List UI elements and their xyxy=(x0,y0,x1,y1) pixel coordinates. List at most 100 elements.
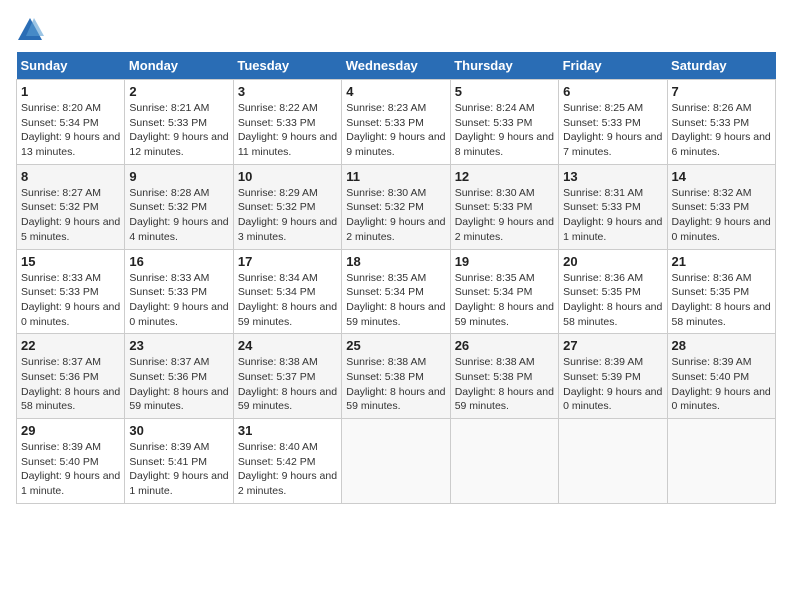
day-number: 29 xyxy=(21,423,120,438)
day-info: Sunrise: 8:23 AMSunset: 5:33 PMDaylight:… xyxy=(346,101,445,160)
calendar-day: 8 Sunrise: 8:27 AMSunset: 5:32 PMDaylight… xyxy=(17,164,125,249)
logo-icon xyxy=(16,16,44,44)
day-info: Sunrise: 8:30 AMSunset: 5:33 PMDaylight:… xyxy=(455,186,554,245)
logo xyxy=(16,16,48,44)
day-info: Sunrise: 8:24 AMSunset: 5:33 PMDaylight:… xyxy=(455,101,554,160)
day-info: Sunrise: 8:20 AMSunset: 5:34 PMDaylight:… xyxy=(21,101,120,160)
calendar-header-row: SundayMondayTuesdayWednesdayThursdayFrid… xyxy=(17,52,776,80)
day-info: Sunrise: 8:36 AMSunset: 5:35 PMDaylight:… xyxy=(563,271,662,330)
calendar-day: 21 Sunrise: 8:36 AMSunset: 5:35 PMDayligh… xyxy=(667,249,775,334)
day-info: Sunrise: 8:29 AMSunset: 5:32 PMDaylight:… xyxy=(238,186,337,245)
header-sunday: Sunday xyxy=(17,52,125,80)
calendar-day: 5 Sunrise: 8:24 AMSunset: 5:33 PMDaylight… xyxy=(450,80,558,165)
calendar-day: 20 Sunrise: 8:36 AMSunset: 5:35 PMDayligh… xyxy=(559,249,667,334)
calendar-day: 27 Sunrise: 8:39 AMSunset: 5:39 PMDayligh… xyxy=(559,334,667,419)
day-info: Sunrise: 8:38 AMSunset: 5:37 PMDaylight:… xyxy=(238,355,337,414)
calendar-day: 3 Sunrise: 8:22 AMSunset: 5:33 PMDaylight… xyxy=(233,80,341,165)
calendar-day: 13Sunrise: 8:31 AMSunset: 5:33 PMDayligh… xyxy=(559,164,667,249)
day-info: Sunrise: 8:38 AMSunset: 5:38 PMDaylight:… xyxy=(455,355,554,414)
calendar-day: 31Sunrise: 8:40 AMSunset: 5:42 PMDayligh… xyxy=(233,419,341,504)
day-number: 1 xyxy=(21,84,120,99)
day-info: Sunrise: 8:39 AMSunset: 5:40 PMDaylight:… xyxy=(672,355,771,414)
day-number: 20 xyxy=(563,254,662,269)
day-number: 15 xyxy=(21,254,120,269)
header-thursday: Thursday xyxy=(450,52,558,80)
calendar-day: 30 Sunrise: 8:39 AMSunset: 5:41 PMDayligh… xyxy=(125,419,233,504)
day-info: Sunrise: 8:27 AMSunset: 5:32 PMDaylight:… xyxy=(21,186,120,245)
day-info: Sunrise: 8:35 AMSunset: 5:34 PMDaylight:… xyxy=(455,271,554,330)
day-number: 5 xyxy=(455,84,554,99)
calendar-day: 22 Sunrise: 8:37 AMSunset: 5:36 PMDayligh… xyxy=(17,334,125,419)
day-info: Sunrise: 8:33 AMSunset: 5:33 PMDaylight:… xyxy=(129,271,228,330)
day-number: 27 xyxy=(563,338,662,353)
day-info: Sunrise: 8:22 AMSunset: 5:33 PMDaylight:… xyxy=(238,101,337,160)
calendar-day: 28 Sunrise: 8:39 AMSunset: 5:40 PMDayligh… xyxy=(667,334,775,419)
day-info: Sunrise: 8:25 AMSunset: 5:33 PMDaylight:… xyxy=(563,101,662,160)
day-info: Sunrise: 8:39 AMSunset: 5:39 PMDaylight:… xyxy=(563,355,662,414)
day-number: 25 xyxy=(346,338,445,353)
day-number: 19 xyxy=(455,254,554,269)
calendar-day: 17 Sunrise: 8:34 AMSunset: 5:34 PMDayligh… xyxy=(233,249,341,334)
calendar-day: 6 Sunrise: 8:25 AMSunset: 5:33 PMDaylight… xyxy=(559,80,667,165)
day-info: Sunrise: 8:35 AMSunset: 5:34 PMDaylight:… xyxy=(346,271,445,330)
calendar-day: 24Sunrise: 8:38 AMSunset: 5:37 PMDayligh… xyxy=(233,334,341,419)
day-number: 18 xyxy=(346,254,445,269)
day-number: 3 xyxy=(238,84,337,99)
header-saturday: Saturday xyxy=(667,52,775,80)
calendar-day: 11Sunrise: 8:30 AMSunset: 5:32 PMDayligh… xyxy=(342,164,450,249)
calendar-day: 26 Sunrise: 8:38 AMSunset: 5:38 PMDayligh… xyxy=(450,334,558,419)
day-number: 14 xyxy=(672,169,771,184)
calendar-day: 10Sunrise: 8:29 AMSunset: 5:32 PMDayligh… xyxy=(233,164,341,249)
calendar-day: 29 Sunrise: 8:39 AMSunset: 5:40 PMDayligh… xyxy=(17,419,125,504)
calendar-day: 2Sunrise: 8:21 AMSunset: 5:33 PMDaylight… xyxy=(125,80,233,165)
day-number: 12 xyxy=(455,169,554,184)
calendar-week-row: 15 Sunrise: 8:33 AMSunset: 5:33 PMDayligh… xyxy=(17,249,776,334)
day-info: Sunrise: 8:33 AMSunset: 5:33 PMDaylight:… xyxy=(21,271,120,330)
calendar-week-row: 22 Sunrise: 8:37 AMSunset: 5:36 PMDayligh… xyxy=(17,334,776,419)
day-number: 6 xyxy=(563,84,662,99)
day-info: Sunrise: 8:37 AMSunset: 5:36 PMDaylight:… xyxy=(21,355,120,414)
calendar-empty xyxy=(559,419,667,504)
day-number: 23 xyxy=(129,338,228,353)
calendar-week-row: 1 Sunrise: 8:20 AMSunset: 5:34 PMDaylight… xyxy=(17,80,776,165)
day-number: 4 xyxy=(346,84,445,99)
day-number: 2 xyxy=(129,84,228,99)
calendar-week-row: 8 Sunrise: 8:27 AMSunset: 5:32 PMDaylight… xyxy=(17,164,776,249)
calendar-day: 19 Sunrise: 8:35 AMSunset: 5:34 PMDayligh… xyxy=(450,249,558,334)
day-number: 31 xyxy=(238,423,337,438)
day-number: 30 xyxy=(129,423,228,438)
day-info: Sunrise: 8:26 AMSunset: 5:33 PMDaylight:… xyxy=(672,101,771,160)
header-tuesday: Tuesday xyxy=(233,52,341,80)
calendar-day: 23 Sunrise: 8:37 AMSunset: 5:36 PMDayligh… xyxy=(125,334,233,419)
calendar-day: 7 Sunrise: 8:26 AMSunset: 5:33 PMDaylight… xyxy=(667,80,775,165)
day-number: 16 xyxy=(129,254,228,269)
calendar-day: 12 Sunrise: 8:30 AMSunset: 5:33 PMDayligh… xyxy=(450,164,558,249)
calendar-table: SundayMondayTuesdayWednesdayThursdayFrid… xyxy=(16,52,776,504)
day-info: Sunrise: 8:39 AMSunset: 5:40 PMDaylight:… xyxy=(21,440,120,499)
day-number: 22 xyxy=(21,338,120,353)
header-wednesday: Wednesday xyxy=(342,52,450,80)
calendar-day: 9 Sunrise: 8:28 AMSunset: 5:32 PMDaylight… xyxy=(125,164,233,249)
day-info: Sunrise: 8:39 AMSunset: 5:41 PMDaylight:… xyxy=(129,440,228,499)
day-info: Sunrise: 8:30 AMSunset: 5:32 PMDaylight:… xyxy=(346,186,445,245)
day-number: 28 xyxy=(672,338,771,353)
calendar-empty xyxy=(342,419,450,504)
day-number: 13 xyxy=(563,169,662,184)
page-header xyxy=(16,16,776,44)
day-number: 17 xyxy=(238,254,337,269)
day-info: Sunrise: 8:36 AMSunset: 5:35 PMDaylight:… xyxy=(672,271,771,330)
calendar-day: 15 Sunrise: 8:33 AMSunset: 5:33 PMDayligh… xyxy=(17,249,125,334)
calendar-day: 4 Sunrise: 8:23 AMSunset: 5:33 PMDaylight… xyxy=(342,80,450,165)
day-info: Sunrise: 8:32 AMSunset: 5:33 PMDaylight:… xyxy=(672,186,771,245)
calendar-day: 14 Sunrise: 8:32 AMSunset: 5:33 PMDayligh… xyxy=(667,164,775,249)
day-number: 7 xyxy=(672,84,771,99)
day-number: 9 xyxy=(129,169,228,184)
day-number: 8 xyxy=(21,169,120,184)
day-number: 26 xyxy=(455,338,554,353)
calendar-week-row: 29 Sunrise: 8:39 AMSunset: 5:40 PMDayligh… xyxy=(17,419,776,504)
day-info: Sunrise: 8:28 AMSunset: 5:32 PMDaylight:… xyxy=(129,186,228,245)
day-number: 21 xyxy=(672,254,771,269)
day-info: Sunrise: 8:37 AMSunset: 5:36 PMDaylight:… xyxy=(129,355,228,414)
header-friday: Friday xyxy=(559,52,667,80)
day-info: Sunrise: 8:34 AMSunset: 5:34 PMDaylight:… xyxy=(238,271,337,330)
